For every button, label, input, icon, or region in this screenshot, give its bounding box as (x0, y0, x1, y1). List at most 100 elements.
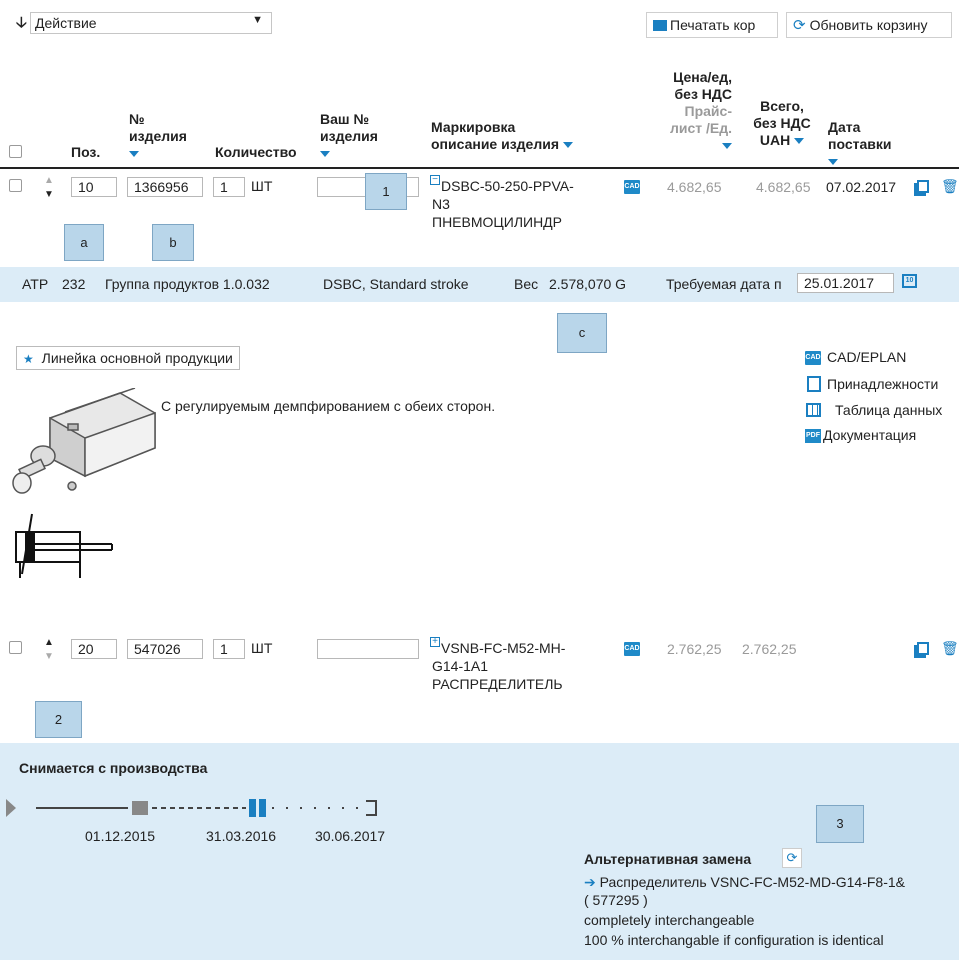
header-total[interactable]: Всего, без НДС UAH (742, 98, 822, 149)
product-name: РАСПРЕДЕЛИТЕЛЬ (432, 676, 563, 692)
trash-icon[interactable]: 🗑 (941, 640, 959, 657)
header-quantity: Количество (215, 144, 297, 160)
atp-value: 232 (62, 276, 86, 292)
header-marking[interactable]: Маркировка описание изделия (431, 119, 573, 153)
alternative-note-2: 100 % interchangable if configuration is… (584, 932, 884, 948)
sort-marking-icon (562, 142, 573, 149)
header-date-line2: поставки (828, 136, 892, 152)
header-your-no[interactable]: Ваш № изделия (320, 111, 378, 162)
move-down-icon[interactable]: ▼ (44, 651, 54, 662)
alternative-refresh-icon[interactable]: ⟳ (782, 848, 802, 868)
product-code-cont: G14-1A1 (432, 658, 489, 674)
collapse-icon[interactable]: − (430, 175, 440, 185)
alternative-note-1: completely interchangeable (584, 912, 755, 928)
lifecycle-timeline (0, 796, 400, 826)
product-group: Группа продуктов 1.0.032 (105, 276, 270, 292)
total-price: 2.762,25 (742, 641, 797, 657)
header-total-line2: без НДС (753, 115, 811, 131)
pneumatic-symbol-icon (12, 512, 122, 580)
table-icon (806, 403, 821, 417)
sort-total-icon (794, 138, 805, 145)
header-item-no-line2: изделия (129, 128, 187, 144)
copy-icon[interactable] (917, 180, 929, 193)
move-up-icon[interactable]: ▲ (44, 175, 54, 186)
sort-date-icon (828, 159, 838, 166)
header-price[interactable]: Цена/ед, без НДС Прайс- лист /Ед. (640, 69, 732, 154)
item-number-input[interactable]: 1366956 (127, 177, 203, 197)
product-description: С регулируемым демпфированием с обеих ст… (161, 398, 496, 414)
delivery-date: 07.02.2017 (826, 179, 897, 195)
sort-item-no-icon (129, 151, 139, 158)
header-price-line4: лист /Ед. (669, 120, 732, 136)
print-cart-label: Печатать кор (670, 17, 756, 33)
your-item-number-input[interactable] (317, 639, 419, 659)
print-icon (653, 20, 667, 31)
cad-icon[interactable]: CAD (624, 180, 640, 194)
sort-price-icon (722, 143, 732, 150)
refresh-cart-label: Обновить корзину (809, 17, 928, 33)
product-code-cont: N3 (432, 196, 450, 212)
discontinued-title: Снимается с производства (19, 760, 208, 776)
callout-2: 2 (35, 701, 82, 738)
callout-a: a (64, 224, 104, 261)
item-number-input[interactable]: 547026 (127, 639, 203, 659)
weight-value: 2.578,070 G (549, 276, 627, 292)
alternative-code: ( 577295 ) (584, 892, 648, 908)
unit-label: ШТ (251, 178, 273, 194)
link-datasheet[interactable]: Таблица данных (835, 402, 942, 418)
row-checkbox[interactable] (9, 179, 22, 192)
header-marking-line1: Маркировка (431, 119, 516, 135)
move-up-icon[interactable]: ▲ (44, 637, 54, 648)
header-your-no-line1: Ваш № (320, 111, 370, 127)
product-name: ПНЕВМОЦИЛИНДР (432, 214, 562, 230)
position-input[interactable]: 20 (71, 639, 117, 659)
position-input[interactable]: 10 (71, 177, 117, 197)
lifecycle-date-3: 30.06.2017 (315, 828, 386, 844)
action-select-value: Действие (35, 15, 97, 31)
callout-b: b (152, 224, 194, 261)
action-select[interactable]: Действие ▼ (30, 12, 272, 34)
lifecycle-date-1: 01.12.2015 (85, 828, 156, 844)
refresh-cart-button[interactable]: ⟳ Обновить корзину (786, 12, 952, 38)
accessories-icon (807, 376, 821, 392)
callout-c: c (557, 313, 607, 353)
weight-label: Вес (514, 276, 539, 292)
header-marking-line2: описание изделия (431, 136, 560, 152)
quantity-input[interactable]: 1 (213, 177, 245, 197)
alternative-link[interactable]: ➔ Распределитель VSNC-FC-M52-MD-G14-F8-1… (584, 874, 905, 891)
select-all-checkbox[interactable] (9, 145, 22, 158)
link-documentation[interactable]: Документация (823, 427, 916, 443)
trash-icon[interactable]: 🗑 (941, 178, 959, 195)
move-down-icon[interactable]: ▼ (44, 189, 54, 200)
link-accessories[interactable]: Принадлежности (827, 376, 938, 392)
lifecycle-date-2: 31.03.2016 (206, 828, 277, 844)
cad-icon[interactable]: CAD (624, 642, 640, 656)
header-price-line3: Прайс- (684, 103, 732, 119)
header-item-no-line1: № (129, 111, 145, 127)
requested-date-input[interactable]: 25.01.2017 (797, 273, 894, 293)
row-checkbox[interactable] (9, 641, 22, 654)
unit-price: 4.682,65 (667, 179, 722, 195)
header-item-no[interactable]: № изделия (129, 111, 187, 162)
header-total-line3: UAH (759, 132, 791, 148)
arrow-right-icon: ➔ (584, 874, 596, 890)
unit-label: ШТ (251, 640, 273, 656)
header-price-line2: без НДС (674, 86, 732, 102)
header-date-line1: Дата (828, 119, 861, 135)
product-code[interactable]: VSNB-FC-M52-MH- (441, 640, 565, 656)
cad-eplan-icon: CAD (805, 351, 821, 365)
link-cad-eplan[interactable]: CAD/EPLAN (827, 349, 906, 365)
callout-1: 1 (365, 173, 407, 210)
calendar-icon[interactable]: 10 (902, 274, 917, 288)
header-date[interactable]: Дата поставки (828, 119, 891, 170)
quantity-input[interactable]: 1 (213, 639, 245, 659)
header-your-no-line2: изделия (320, 128, 378, 144)
product-code[interactable]: DSBC-50-250-PPVA- (441, 178, 574, 194)
product-image (10, 387, 160, 498)
alternative-link-text: Распределитель VSNC-FC-M52-MD-G14-F8-1& (599, 874, 905, 890)
print-cart-button[interactable]: Печатать кор (646, 12, 778, 38)
total-price: 4.682,65 (756, 179, 811, 195)
copy-icon[interactable] (917, 642, 929, 655)
expand-icon[interactable]: + (430, 637, 440, 647)
callout-3: 3 (816, 805, 864, 843)
